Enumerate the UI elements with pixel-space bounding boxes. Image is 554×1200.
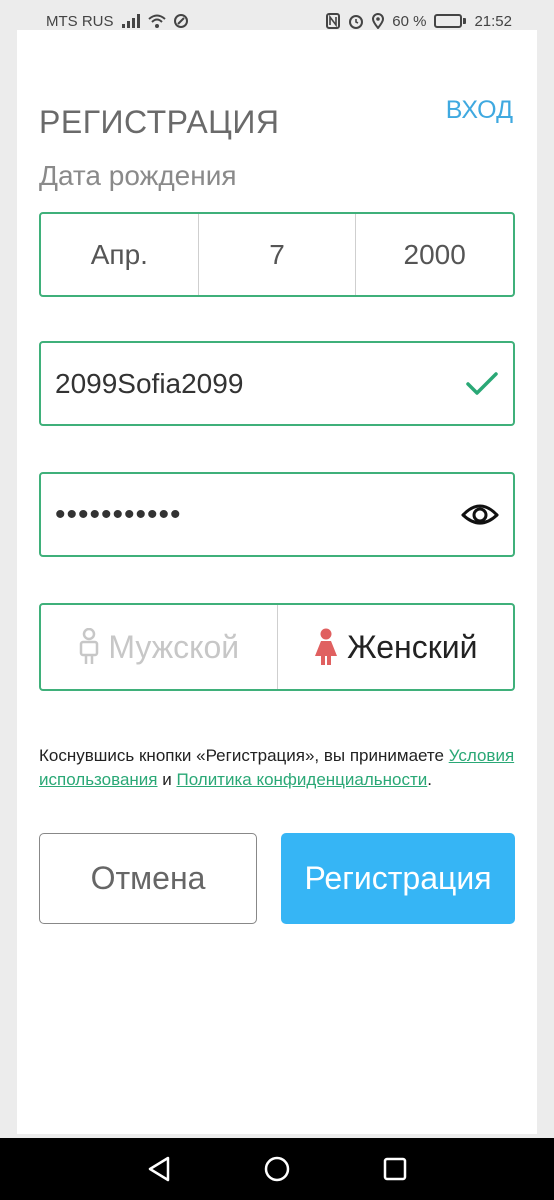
birth-month-select[interactable]: Апр. — [41, 214, 198, 295]
signal-icon — [121, 14, 140, 28]
password-value: ••••••••••• — [55, 497, 182, 531]
data-saver-icon — [173, 14, 188, 28]
male-person-icon — [80, 628, 99, 664]
password-field[interactable]: ••••••••••• — [39, 472, 515, 557]
username-value: 2099Sofia2099 — [55, 367, 244, 399]
registration-card: РЕГИСТРАЦИЯ ВХОД Дата рождения Апр. 7 20… — [17, 30, 537, 1134]
gender-female-label: Женский — [347, 628, 478, 665]
login-link[interactable]: ВХОД — [446, 96, 513, 125]
check-icon — [466, 371, 498, 395]
recents-square-icon — [383, 1157, 407, 1181]
register-button[interactable]: Регистрация — [281, 833, 515, 924]
back-triangle-icon — [148, 1156, 170, 1182]
alarm-icon — [349, 15, 364, 29]
birth-year-select[interactable]: 2000 — [355, 214, 513, 295]
eye-icon[interactable] — [461, 503, 499, 527]
nfc-icon — [326, 13, 341, 29]
home-circle-icon — [264, 1156, 290, 1182]
gender-selector: Мужской Женский — [39, 603, 515, 691]
battery-icon — [434, 14, 467, 28]
female-person-icon — [315, 628, 338, 665]
cancel-button[interactable]: Отмена — [39, 833, 257, 924]
recents-button[interactable] — [375, 1149, 415, 1189]
carrier-name: MTS RUS — [46, 12, 114, 30]
birth-date-label: Дата рождения — [39, 160, 237, 191]
clock: 21:52 — [474, 12, 512, 30]
gender-female-option[interactable]: Женский — [276, 605, 514, 689]
page-title: РЕГИСТРАЦИЯ — [39, 104, 280, 140]
back-button[interactable] — [139, 1149, 179, 1189]
username-field[interactable]: 2099Sofia2099 — [39, 341, 515, 426]
gender-male-option[interactable]: Мужской — [41, 605, 277, 689]
terms-notice: Коснувшись кнопки «Регистрация», вы прин… — [39, 746, 515, 789]
home-button[interactable] — [257, 1149, 297, 1189]
privacy-policy-link[interactable]: Политика конфиденциальности — [176, 770, 427, 789]
wifi-icon — [147, 14, 166, 28]
birth-date-picker: Апр. 7 2000 — [39, 212, 515, 297]
birth-day-select[interactable]: 7 — [197, 214, 356, 295]
gender-male-label: Мужской — [108, 628, 240, 665]
battery-percent: 60 % — [392, 12, 427, 30]
location-icon — [372, 13, 385, 29]
navigation-bar — [0, 1138, 554, 1200]
